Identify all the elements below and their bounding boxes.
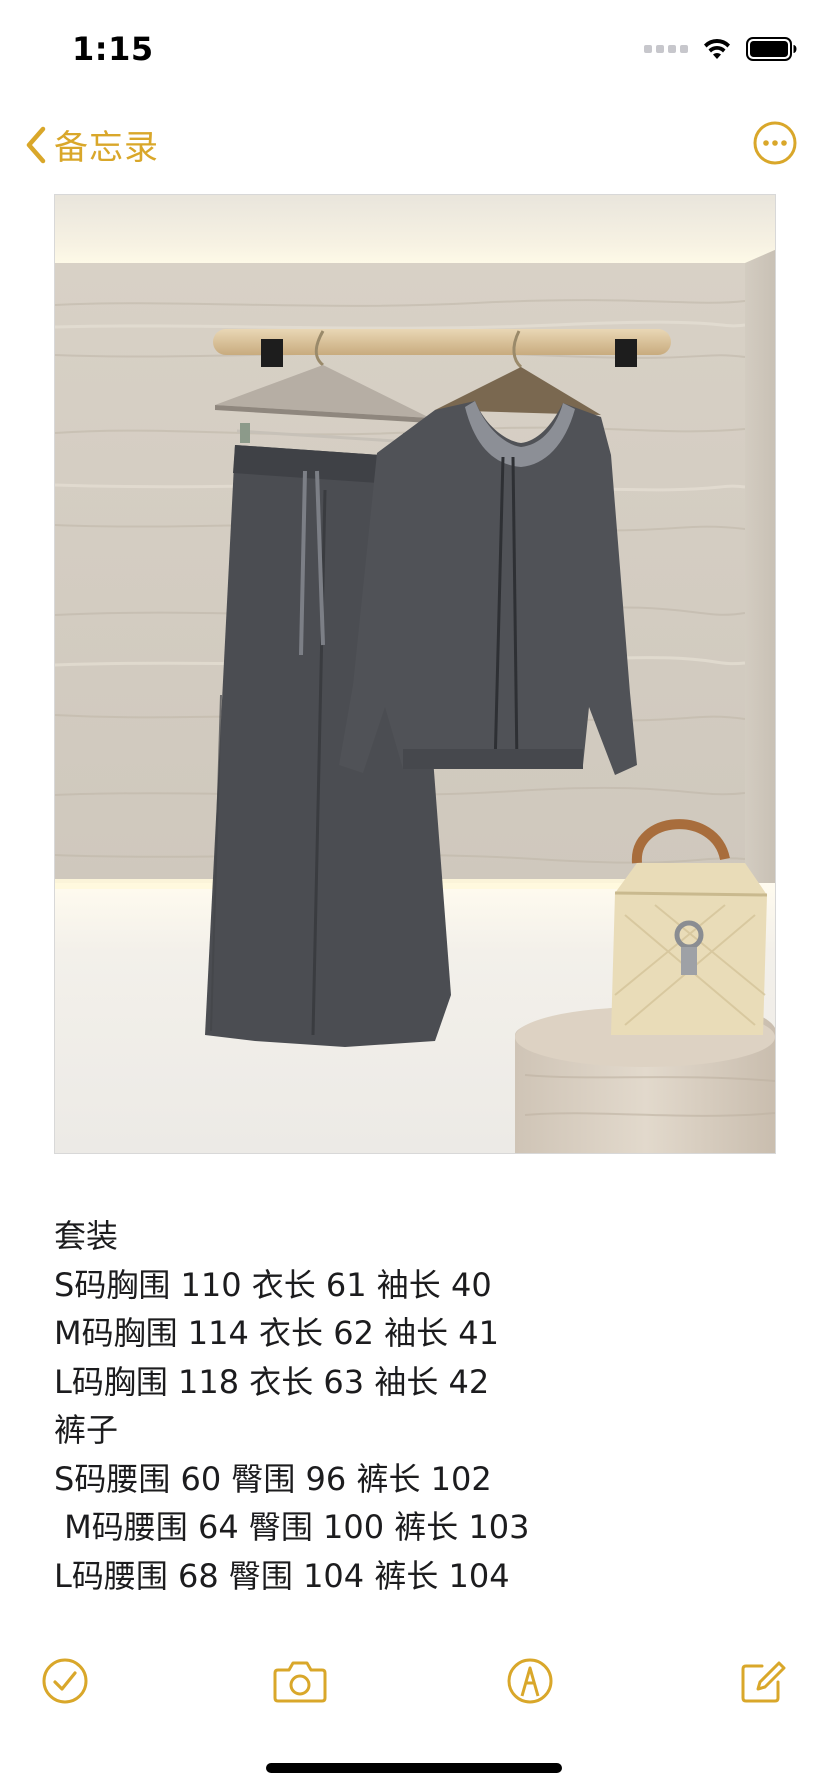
bottom-toolbar (0, 1640, 828, 1720)
status-time: 1:15 (72, 30, 154, 68)
photo-illustration (55, 195, 775, 1153)
attached-photo[interactable] (54, 194, 776, 1154)
checklist-icon[interactable] (40, 1656, 90, 1706)
markup-icon[interactable] (505, 1656, 555, 1706)
note-line: 裤子 (54, 1411, 119, 1449)
note-line: M码腰围 64 臀围 100 裤长 103 (54, 1508, 530, 1546)
wifi-icon (704, 38, 730, 59)
chevron-left-icon (26, 126, 46, 163)
home-indicator[interactable] (266, 1763, 562, 1773)
note-line: 套装 (54, 1217, 119, 1255)
compose-icon[interactable] (738, 1656, 788, 1706)
camera-icon[interactable] (272, 1656, 328, 1706)
cellular-dots-icon (644, 45, 688, 53)
note-line: L码腰围 68 臀围 104 裤长 104 (54, 1556, 510, 1595)
status-icons (644, 34, 798, 64)
back-label: 备忘录 (54, 128, 159, 168)
nav-bar: 备忘录 (0, 100, 828, 190)
ellipsis-circle-icon[interactable] (752, 120, 798, 166)
note-line: M码胸围 114 衣长 62 袖长 41 (54, 1314, 499, 1352)
back-button[interactable]: 备忘录 (24, 120, 159, 169)
note-line: S码腰围 60 臀围 96 裤长 102 (54, 1459, 492, 1498)
battery-icon (746, 37, 797, 61)
status-bar: 1:15 (0, 0, 828, 100)
note-line: S码胸围 110 衣长 61 袖长 40 (54, 1265, 492, 1304)
note-line: L码胸围 118 衣长 63 袖长 42 (54, 1362, 490, 1401)
note-body[interactable]: 套装 S码胸围 110 衣长 61 袖长 40 M码胸围 114 衣长 62 袖… (54, 1212, 774, 1600)
